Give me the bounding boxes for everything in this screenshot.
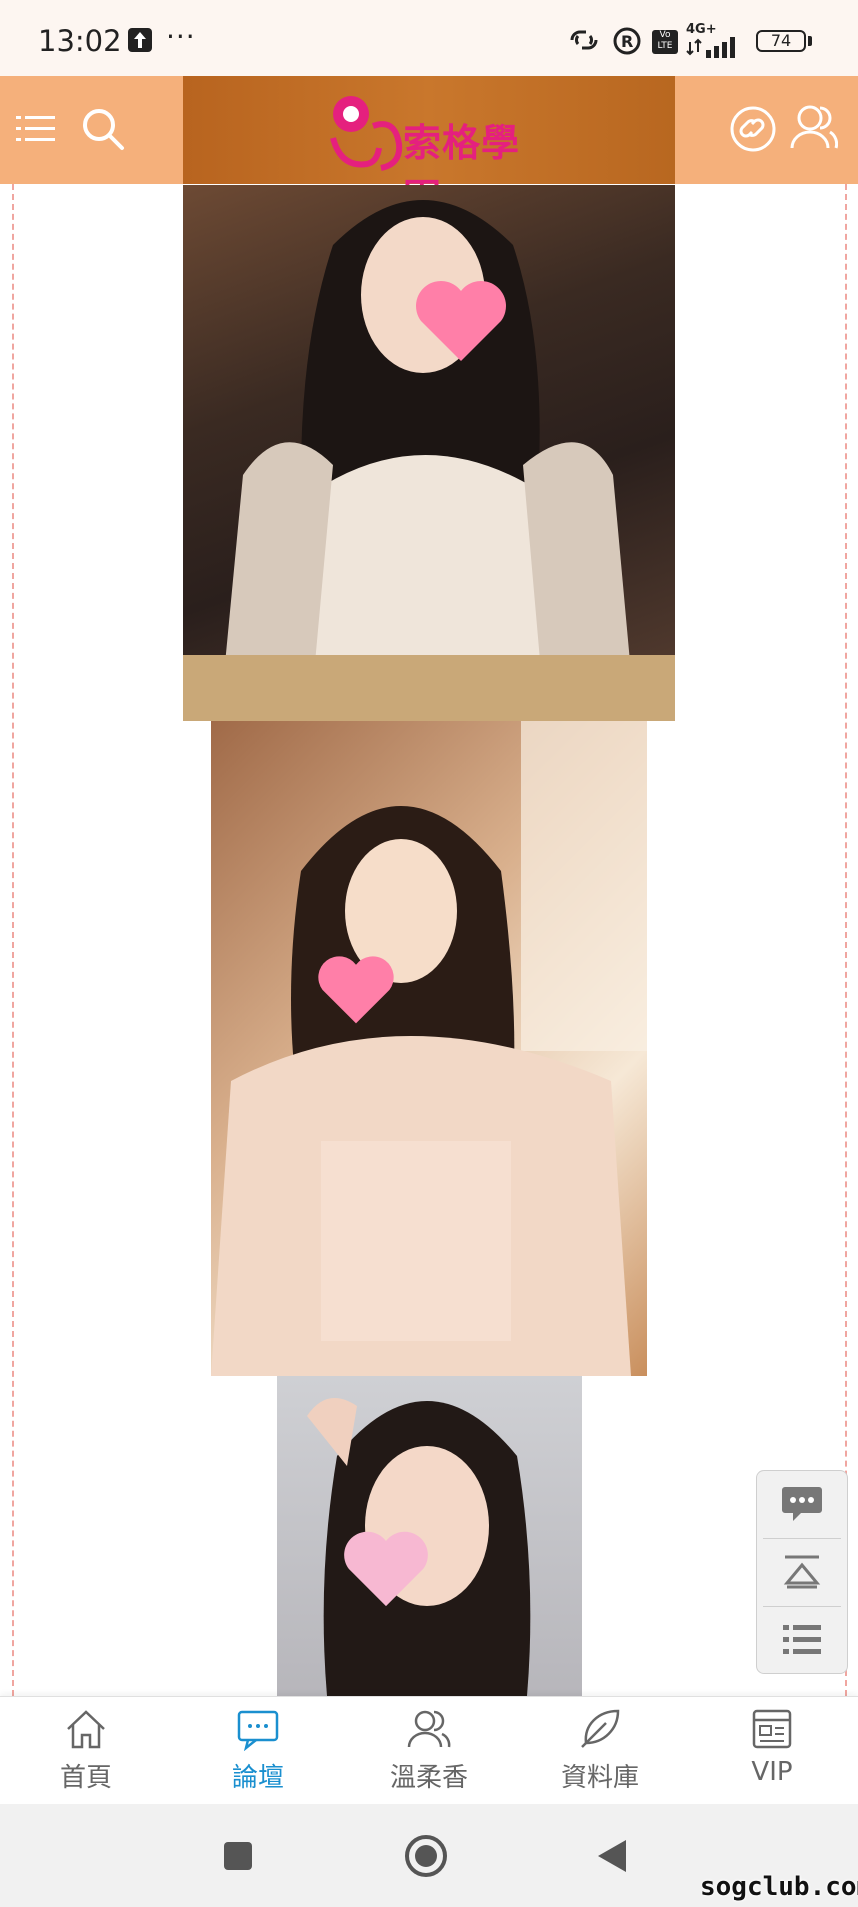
scroll-top-icon [783,1555,821,1589]
forum-icon [237,1710,279,1751]
status-bar: 13:02 ··· R Vo LTE 4G+ 74 [0,0,858,76]
photo-2-illustration [211,721,647,1376]
floating-toolbar [756,1470,848,1674]
nav-forum[interactable]: 論壇 [198,1697,318,1805]
logo-mark-icon [330,96,403,171]
volte-icon: Vo LTE [652,30,678,54]
nav-label: 首頁 [59,1763,112,1793]
logo-banner[interactable]: 索格學園 [183,76,675,220]
photo-1[interactable] [183,185,675,721]
photo-1-illustration [183,200,675,721]
content-border-left [12,184,14,1696]
back-icon[interactable] [596,1838,628,1874]
nav-label: 論壇 [231,1763,284,1793]
heart-icon [344,1531,428,1607]
heart-icon [416,281,506,361]
scroll-top-button[interactable] [757,1539,847,1605]
chat-button[interactable] [757,1471,847,1537]
recent-apps-icon[interactable] [222,1840,254,1872]
chat-icon [782,1487,822,1521]
list-button[interactable] [757,1607,847,1673]
nav-label: 溫柔香 [389,1763,468,1793]
nav-label: 資料庫 [560,1763,639,1793]
hotspot-link-icon [570,30,598,50]
registered-icon: R [613,27,641,55]
nav-users[interactable]: 溫柔香 [369,1697,489,1805]
list-icon [783,1625,821,1654]
user-icon[interactable] [790,102,838,152]
nav-home[interactable]: 首頁 [26,1697,146,1805]
nav-vip[interactable]: VIP [712,1697,832,1805]
network-type: 4G+ [686,22,717,37]
heart-icon [318,956,394,1024]
site-logo[interactable]: 索格學園 [325,86,535,220]
status-time: 13:02 [38,24,122,58]
site-header: 索格學園 [0,76,858,220]
nav-label: VIP [751,1757,793,1787]
bottom-nav: 首頁 論壇 溫柔香 資料庫 VIP [0,1696,858,1805]
users-icon [407,1710,451,1748]
search-icon[interactable] [80,106,126,152]
battery-tip [808,36,812,46]
watermark: sogclub.com [700,1872,858,1902]
vip-icon [752,1709,792,1749]
upload-icon [128,28,152,52]
battery-level: 74 [756,30,806,52]
nav-database[interactable]: 資料庫 [540,1697,660,1805]
feather-icon [581,1709,620,1748]
status-more-dots: ··· [166,20,196,53]
signal-icon [686,37,735,58]
home-circle-icon[interactable] [403,1833,449,1879]
photo-2[interactable] [211,721,647,1376]
photo-3[interactable] [277,1376,582,1696]
home-icon [67,1710,105,1749]
svg-text:R: R [621,32,633,51]
menu-icon[interactable] [16,112,56,146]
link-icon[interactable] [728,104,778,154]
content-border-right [845,184,847,1696]
